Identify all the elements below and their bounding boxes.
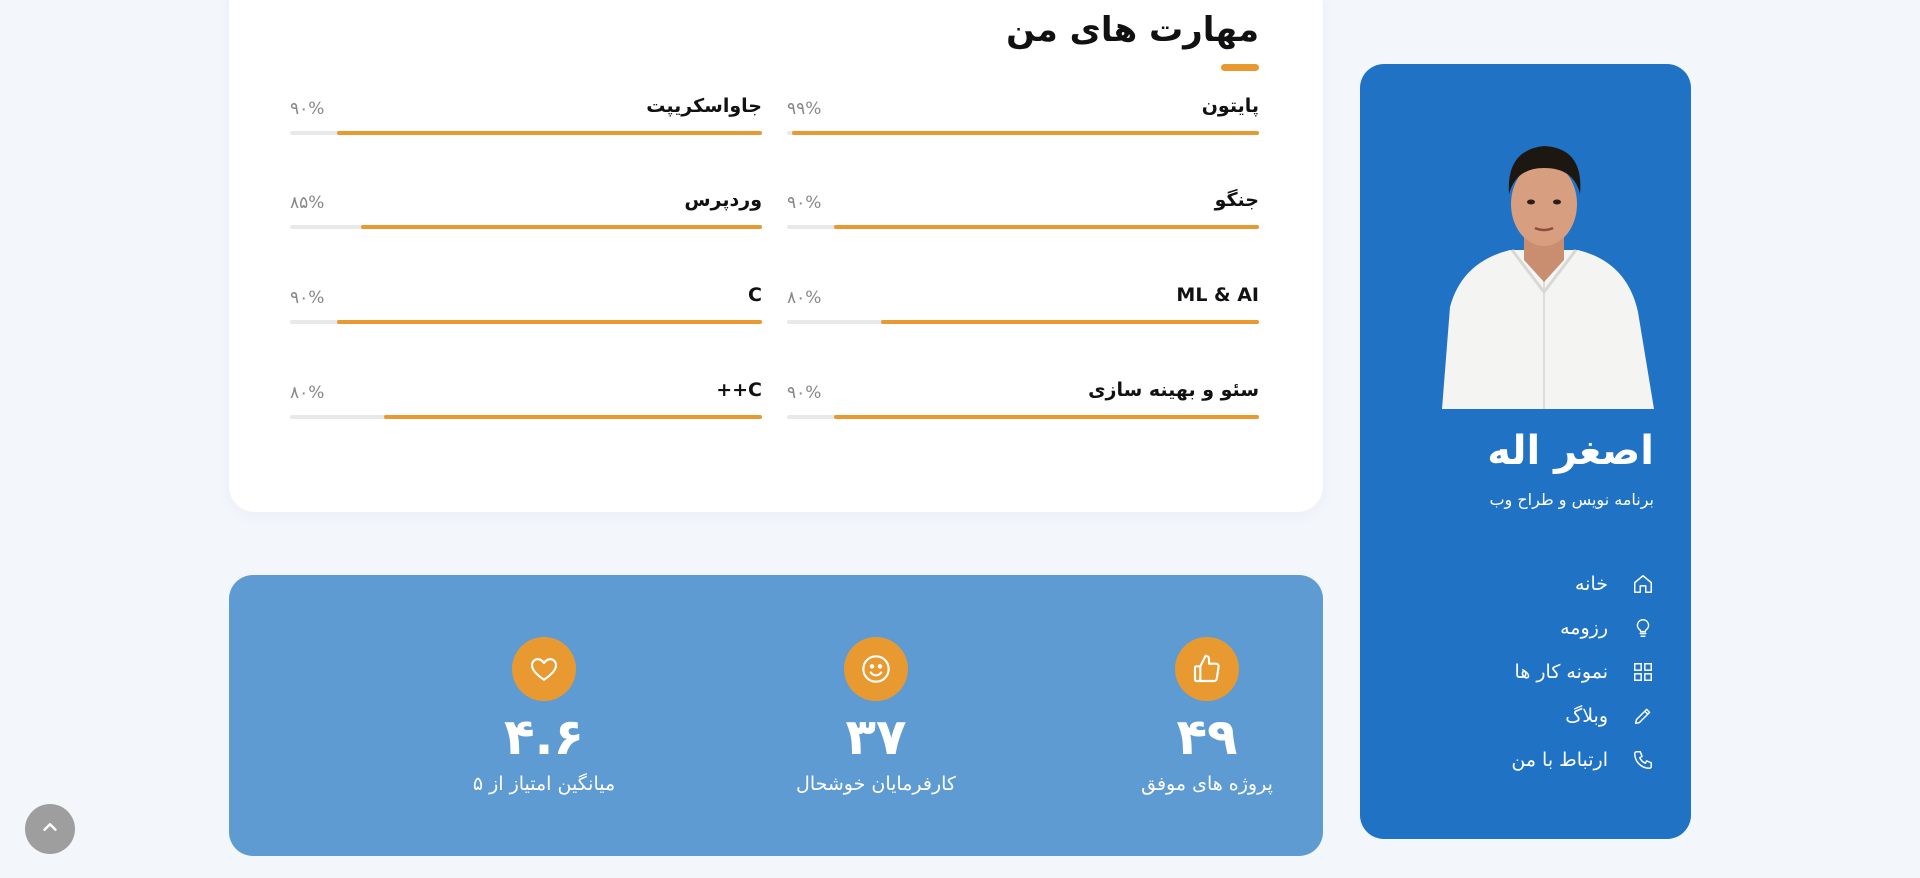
- skill-fill: [337, 131, 762, 135]
- stat-clients: ۳۷ کارفرمایان خوشحال: [746, 637, 1006, 795]
- skill-fill: [337, 320, 762, 324]
- stat-rating: ۴.۶ میانگین امتیاز از ۵: [414, 637, 674, 795]
- skill-fill: [834, 415, 1259, 419]
- skill-percent: ۸۰%: [290, 383, 325, 403]
- skill-name: سئو و بهینه سازی: [1088, 379, 1259, 401]
- skill-track: [290, 320, 762, 324]
- skill-track: [290, 225, 762, 229]
- profile-card: اصغر اله برنامه نویس و طراح وب خانه رزوم…: [1360, 64, 1691, 839]
- stat-value: ۴.۶: [503, 708, 585, 766]
- stat-value: ۴۹: [1176, 708, 1238, 766]
- skills-title: مهارت های من: [1006, 10, 1259, 50]
- nav-item-portfolio[interactable]: نمونه کار ها: [1394, 650, 1654, 694]
- nav-item-blog[interactable]: وبلاگ: [1394, 694, 1654, 738]
- skill-name: پایتون: [1201, 95, 1259, 117]
- skill-track: [787, 131, 1259, 135]
- skill-javascript: جاواسکریپت ۹۰%: [290, 95, 762, 155]
- title-underline: [1221, 64, 1259, 71]
- home-icon: [1632, 573, 1654, 595]
- skill-fill: [881, 320, 1259, 324]
- skill-percent: ۹۰%: [290, 288, 325, 308]
- skill-name: جاواسکریپت: [646, 95, 762, 117]
- skill-fill: [834, 225, 1259, 229]
- skill-python: پایتون ۹۹%: [787, 95, 1259, 155]
- skill-percent: ۸۰%: [787, 288, 822, 308]
- nav-item-resume[interactable]: رزومه: [1394, 606, 1654, 650]
- stat-projects: ۴۹ پروژه های موفق: [1077, 637, 1337, 795]
- skill-django: جنگو ۹۰%: [787, 189, 1259, 249]
- skill-track: [787, 320, 1259, 324]
- phone-icon: [1632, 749, 1654, 771]
- lightbulb-icon: [1632, 617, 1654, 639]
- skill-c: C ۹۰%: [290, 284, 762, 344]
- pencil-icon: [1632, 705, 1654, 727]
- skill-percent: ۹۰%: [787, 193, 822, 213]
- stat-label: پروژه های موفق: [1141, 773, 1273, 795]
- stat-label: میانگین امتیاز از ۵: [472, 773, 616, 795]
- thumbs-up-icon: [1175, 637, 1239, 701]
- skill-wordpress: وردپرس ۸۵%: [290, 189, 762, 249]
- nav-label: ارتباط با من: [1511, 749, 1608, 771]
- stat-value: ۳۷: [845, 708, 907, 766]
- skill-percent: ۹۹%: [787, 99, 822, 119]
- skill-name: C: [748, 284, 762, 306]
- grid-icon: [1632, 661, 1654, 683]
- skill-name: C++: [716, 379, 762, 401]
- profile-role: برنامه نویس و طراح وب: [1489, 490, 1654, 509]
- skill-fill: [384, 415, 762, 419]
- nav-label: نمونه کار ها: [1514, 661, 1608, 683]
- avatar: [1432, 132, 1654, 409]
- skill-track: [290, 131, 762, 135]
- smile-icon: [844, 637, 908, 701]
- skill-fill: [791, 131, 1259, 135]
- skill-seo: سئو و بهینه سازی ۹۰%: [787, 379, 1259, 439]
- skill-track: [787, 415, 1259, 419]
- nav-item-contact[interactable]: ارتباط با من: [1394, 738, 1654, 782]
- skill-track: [787, 225, 1259, 229]
- skill-percent: ۹۰%: [290, 99, 325, 119]
- skill-name: وردپرس: [684, 189, 762, 211]
- scroll-top-button[interactable]: [25, 804, 75, 854]
- skill-ml-ai: ML & AI ۸۰%: [787, 284, 1259, 344]
- skills-card: مهارت های من پایتون ۹۹% جنگو ۹۰% ML & AI…: [229, 0, 1323, 512]
- skill-cpp: C++ ۸۰%: [290, 379, 762, 439]
- nav-item-home[interactable]: خانه: [1394, 562, 1654, 606]
- stat-label: کارفرمایان خوشحال: [796, 773, 956, 795]
- nav-label: خانه: [1574, 573, 1608, 595]
- nav-label: وبلاگ: [1565, 705, 1608, 727]
- sidebar-nav: خانه رزومه نمونه کار ها وبلاگ ارتباط با …: [1394, 562, 1654, 782]
- skill-name: ML & AI: [1176, 284, 1259, 306]
- heart-icon: [512, 637, 576, 701]
- skill-name: جنگو: [1214, 189, 1259, 211]
- stats-card: ۴۹ پروژه های موفق ۳۷ کارفرمایان خوشحال ۴…: [229, 575, 1323, 856]
- skill-percent: ۹۰%: [787, 383, 822, 403]
- skill-percent: ۸۵%: [290, 193, 325, 213]
- profile-name: اصغر اله: [1487, 428, 1654, 474]
- nav-label: رزومه: [1560, 617, 1608, 639]
- skill-fill: [360, 225, 762, 229]
- skill-track: [290, 415, 762, 419]
- chevron-up-icon: [39, 816, 61, 842]
